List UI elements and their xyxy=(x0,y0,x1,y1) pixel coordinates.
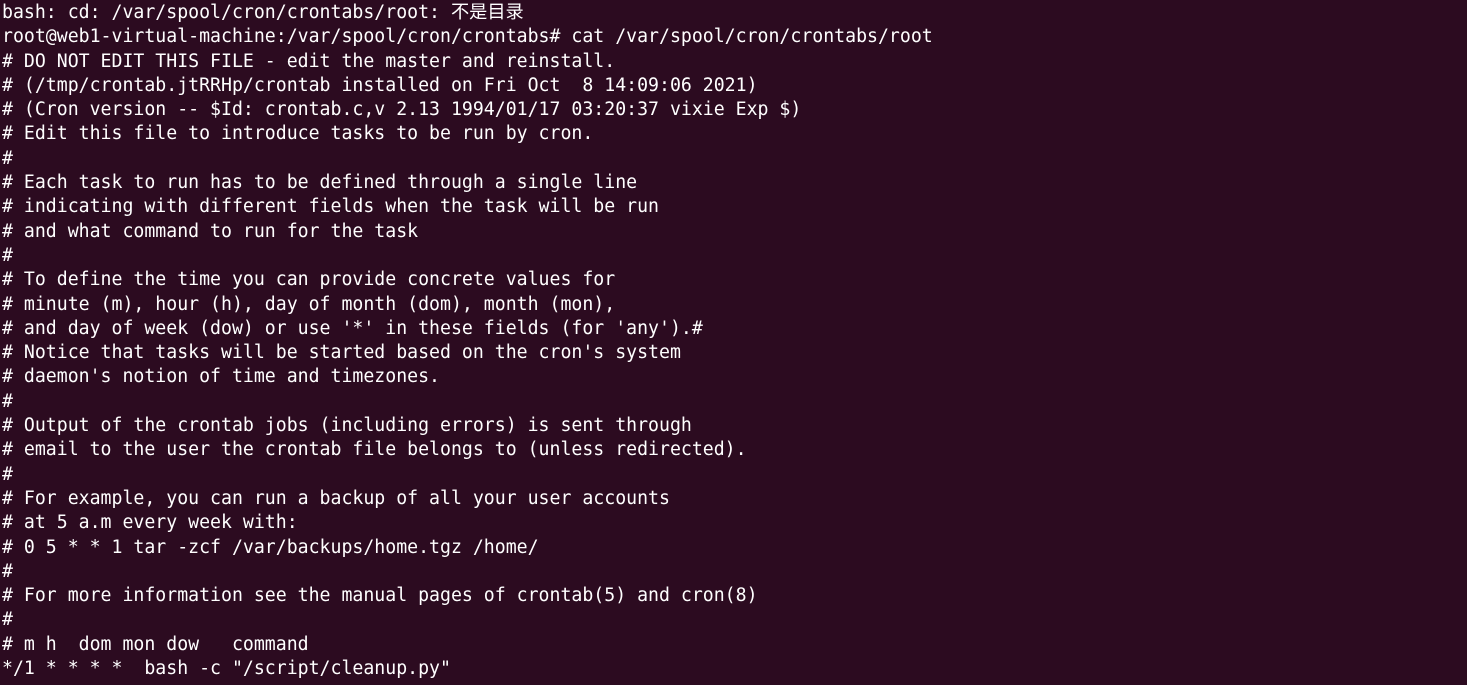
terminal-line: # at 5 a.m every week with: xyxy=(2,512,298,534)
terminal-line: # 0 5 * * 1 tar -zcf /var/backups/home.t… xyxy=(2,536,539,558)
terminal-line: # and what command to run for the task xyxy=(2,220,419,242)
terminal-line: # xyxy=(2,560,13,582)
terminal-output: bash: cd: /var/spool/cron/crontabs/root:… xyxy=(2,1,1462,681)
terminal-line: # and day of week (dow) or use '*' in th… xyxy=(2,317,703,339)
terminal-line: # email to the user the crontab file bel… xyxy=(2,439,747,461)
terminal-line: # minute (m), hour (h), day of month (do… xyxy=(2,293,616,315)
terminal-line-cron-job: */1 * * * * bash -c "/script/cleanup.py" xyxy=(2,658,451,680)
terminal-line: # xyxy=(2,463,13,485)
terminal-window[interactable]: bash: cd: /var/spool/cron/crontabs/root:… xyxy=(0,0,1467,685)
terminal-line: # xyxy=(2,609,13,631)
terminal-line: # For more information see the manual pa… xyxy=(2,585,758,607)
terminal-line: # Output of the crontab jobs (including … xyxy=(2,415,692,437)
terminal-line-error: bash: cd: /var/spool/cron/crontabs/root:… xyxy=(2,2,524,23)
terminal-line: # m h dom mon dow command xyxy=(2,633,309,655)
terminal-line: # xyxy=(2,147,13,169)
terminal-line: # indicating with different fields when … xyxy=(2,196,659,218)
terminal-line: # (/tmp/crontab.jtRRHp/crontab installed… xyxy=(2,74,758,96)
terminal-line: # For example, you can run a backup of a… xyxy=(2,487,670,509)
terminal-line-prompt-command: root@web1-virtual-machine:/var/spool/cro… xyxy=(2,26,933,48)
terminal-line: # Notice that tasks will be started base… xyxy=(2,342,681,364)
terminal-line: # DO NOT EDIT THIS FILE - edit the maste… xyxy=(2,50,616,72)
terminal-line: # Each task to run has to be defined thr… xyxy=(2,172,638,194)
terminal-line: # (Cron version -- $Id: crontab.c,v 2.13… xyxy=(2,99,802,121)
terminal-line: # xyxy=(2,244,13,266)
terminal-line: # xyxy=(2,390,13,412)
terminal-line: # To define the time you can provide con… xyxy=(2,269,616,291)
terminal-line: # Edit this file to introduce tasks to b… xyxy=(2,123,594,145)
terminal-line: # daemon's notion of time and timezones. xyxy=(2,366,440,388)
